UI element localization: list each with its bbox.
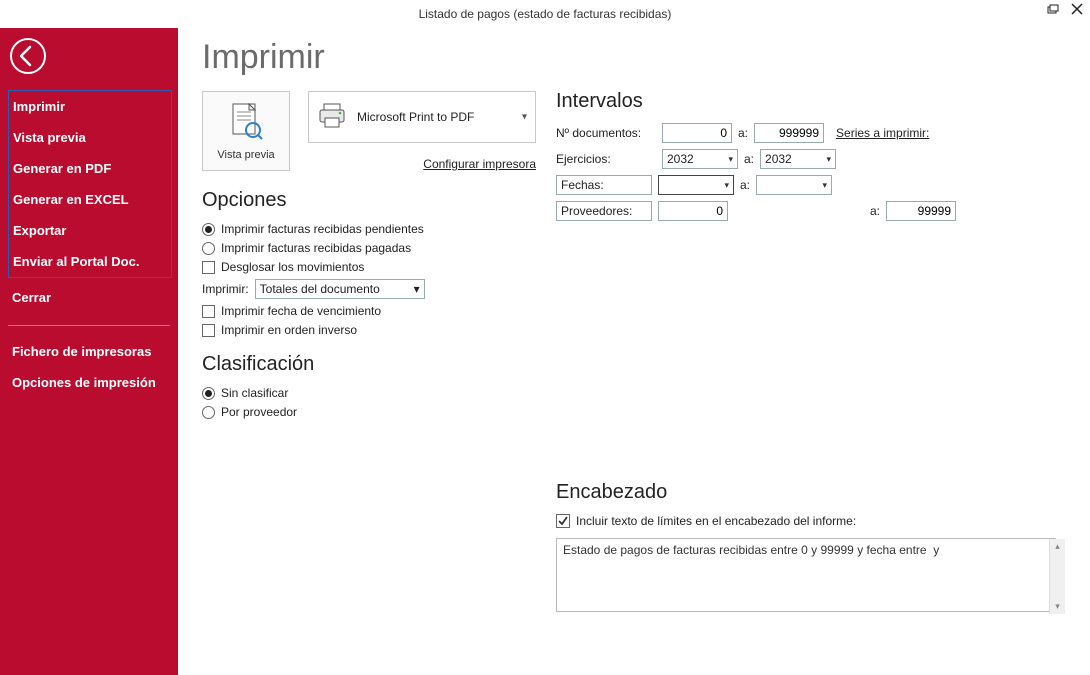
preview-label: Vista previa [217, 149, 274, 161]
check-orden-inverso[interactable] [202, 324, 215, 337]
radio-pagadas[interactable] [202, 242, 215, 255]
title-bar: Listado de pagos (estado de facturas rec… [0, 0, 1090, 28]
radio-por-proveedor[interactable] [202, 406, 215, 419]
fechas-from-combo[interactable]: ▾ [658, 175, 734, 195]
sidebar-item-cerrar[interactable]: Cerrar [8, 282, 172, 313]
chevron-down-icon: ▾ [414, 282, 420, 296]
scroll-up-icon: ▴ [1055, 539, 1060, 554]
doc-label: Nº documentos: [556, 126, 656, 140]
series-link[interactable]: Series a imprimir: [836, 126, 929, 140]
prov-from-input[interactable] [658, 201, 728, 221]
prov-to-input[interactable] [886, 201, 956, 221]
a-label-1: a: [738, 126, 748, 140]
encabezado-heading: Encabezado [556, 481, 1066, 504]
sidebar-item-fichero-impresoras[interactable]: Fichero de impresoras [8, 336, 172, 367]
printer-name: Microsoft Print to PDF [357, 110, 474, 124]
fechas-to-combo[interactable]: ▾ [756, 175, 832, 195]
chevron-down-icon: ▾ [728, 154, 733, 165]
ejercicios-to-combo[interactable]: 2032 ▾ [760, 149, 836, 169]
print-dropdown-label: Imprimir: [202, 282, 249, 296]
chevron-down-icon: ▾ [822, 180, 827, 191]
radio-sin-clasificar[interactable] [202, 387, 215, 400]
a-label-2: a: [744, 152, 754, 166]
chevron-down-icon: ▾ [826, 154, 831, 165]
doc-from-input[interactable] [662, 123, 732, 143]
intervalos-heading: Intervalos [556, 90, 1066, 113]
chevron-down-icon: ▾ [522, 112, 527, 123]
check-fecha-vencimiento-label: Imprimir fecha de vencimiento [221, 304, 381, 318]
encabezado-textarea[interactable] [556, 538, 1056, 612]
check-incluir-limites[interactable] [556, 514, 570, 528]
clasificacion-heading: Clasificación [202, 353, 542, 376]
sidebar-item-generar-excel[interactable]: Generar en EXCEL [9, 184, 171, 215]
ejercicios-label: Ejercicios: [556, 152, 656, 166]
scrollbar[interactable]: ▴ ▾ [1049, 539, 1065, 614]
print-totals-dropdown[interactable]: Totales del documento ▾ [255, 279, 425, 299]
a-label-3: a: [740, 178, 750, 192]
sidebar-item-exportar[interactable]: Exportar [9, 215, 171, 246]
document-preview-icon [229, 102, 263, 145]
sidebar: Imprimir Vista previa Generar en PDF Gen… [0, 0, 178, 675]
preview-button[interactable]: Vista previa [202, 91, 290, 171]
radio-sin-clasificar-label: Sin clasificar [221, 386, 288, 400]
proveedores-label[interactable]: Proveedores: [556, 201, 652, 221]
check-desglosar-label: Desglosar los movimientos [221, 260, 364, 274]
fechas-label[interactable]: Fechas: [556, 175, 652, 195]
window-title: Listado de pagos (estado de facturas rec… [419, 7, 672, 21]
chevron-down-icon: ▾ [724, 180, 729, 191]
radio-pendientes[interactable] [202, 223, 215, 236]
configure-printer-link[interactable]: Configurar impresora [308, 157, 536, 171]
page-title: Imprimir [202, 38, 1066, 77]
sidebar-item-generar-pdf[interactable]: Generar en PDF [9, 153, 171, 184]
radio-pagadas-label: Imprimir facturas recibidas pagadas [221, 241, 411, 255]
sidebar-item-enviar-portal[interactable]: Enviar al Portal Doc. [9, 246, 171, 277]
check-incluir-limites-label: Incluir texto de límites en el encabezad… [576, 514, 856, 528]
radio-pendientes-label: Imprimir facturas recibidas pendientes [221, 222, 424, 236]
ejercicios-from-combo[interactable]: 2032 ▾ [662, 149, 738, 169]
opciones-heading: Opciones [202, 189, 542, 212]
restore-icon[interactable] [1046, 2, 1060, 16]
a-label-4: a: [870, 204, 880, 218]
printer-select[interactable]: Microsoft Print to PDF ▾ [308, 91, 536, 143]
printer-icon [317, 102, 347, 133]
sidebar-item-imprimir[interactable]: Imprimir [9, 91, 171, 122]
doc-to-input[interactable] [754, 123, 824, 143]
sidebar-item-opciones-impresion[interactable]: Opciones de impresión [8, 367, 172, 398]
close-icon[interactable] [1070, 2, 1084, 16]
check-desglosar[interactable] [202, 261, 215, 274]
scroll-down-icon: ▾ [1055, 599, 1060, 614]
radio-por-proveedor-label: Por proveedor [221, 405, 297, 419]
back-button[interactable] [8, 36, 48, 76]
check-orden-inverso-label: Imprimir en orden inverso [221, 323, 357, 337]
check-fecha-vencimiento[interactable] [202, 305, 215, 318]
sidebar-item-vista-previa[interactable]: Vista previa [9, 122, 171, 153]
